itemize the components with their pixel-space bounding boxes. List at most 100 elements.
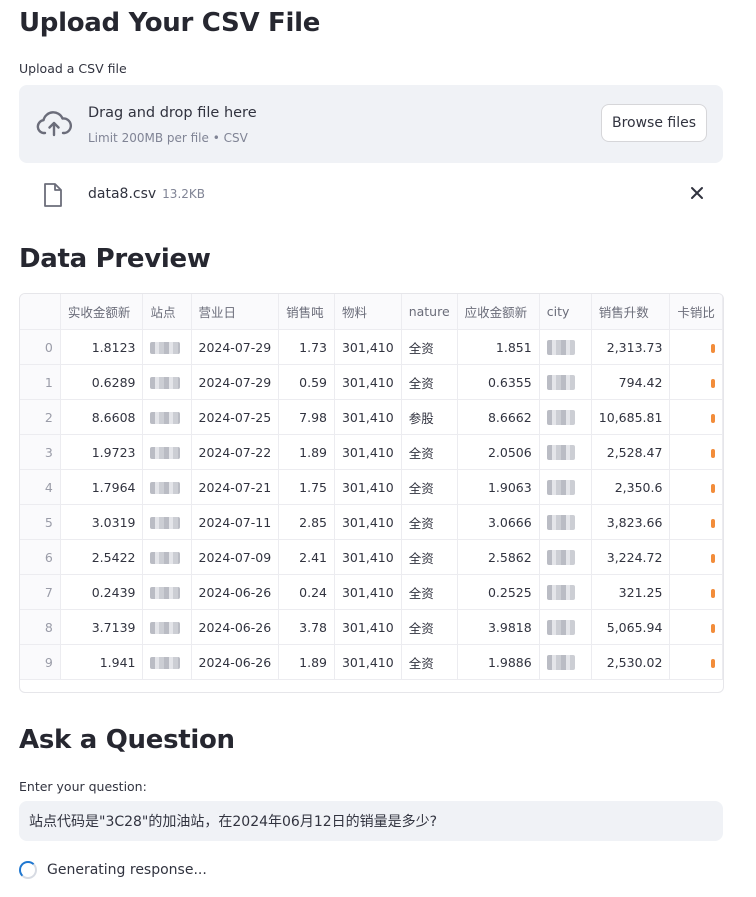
column-header[interactable]: [20, 294, 61, 330]
table-cell[interactable]: 1.7964: [60, 469, 144, 505]
table-cell[interactable]: 全资: [401, 609, 458, 645]
table-cell[interactable]: 0.6289: [60, 364, 144, 400]
redacted-cell[interactable]: [142, 399, 192, 435]
column-header[interactable]: 物料: [334, 294, 402, 330]
data-preview-table[interactable]: 实收金额新 站点 营业日 销售吨 物料 nature 应收金额新 city 销售…: [19, 293, 724, 693]
row-index[interactable]: 7: [20, 574, 61, 610]
table-cell[interactable]: 0.59: [278, 364, 335, 400]
table-cell[interactable]: 参股: [401, 399, 458, 435]
table-cell[interactable]: 0.6355: [457, 364, 540, 400]
table-cell[interactable]: 1.89: [278, 644, 335, 680]
table-cell[interactable]: 2024-07-21: [191, 469, 280, 505]
table-cell[interactable]: 2024-07-29: [191, 364, 280, 400]
table-row[interactable]: 3 1.9723 2024-07-22 1.89 301,410 全资 2.0506 2,52…: [20, 434, 723, 470]
table-cell[interactable]: 301,410: [334, 434, 402, 470]
table-cell[interactable]: 3.7139: [60, 609, 144, 645]
table-cell[interactable]: 0.2525: [457, 574, 540, 610]
redacted-cell[interactable]: [539, 644, 592, 680]
table-cell[interactable]: 2.5422: [60, 539, 144, 575]
table-cell[interactable]: 2024-07-11: [191, 504, 280, 540]
table-cell[interactable]: 0.24: [278, 574, 335, 610]
table-cell[interactable]: [669, 469, 723, 505]
row-index[interactable]: 1: [20, 364, 61, 400]
redacted-cell[interactable]: [142, 329, 192, 365]
table-cell[interactable]: 2.5862: [457, 539, 540, 575]
table-cell[interactable]: 301,410: [334, 399, 402, 435]
table-cell[interactable]: 2.41: [278, 539, 335, 575]
redacted-cell[interactable]: [142, 609, 192, 645]
row-index[interactable]: 6: [20, 539, 61, 575]
redacted-cell[interactable]: [539, 364, 592, 400]
redacted-cell[interactable]: [539, 469, 592, 505]
row-index[interactable]: 2: [20, 399, 61, 435]
table-cell[interactable]: 301,410: [334, 574, 402, 610]
table-cell[interactable]: 2.0506: [457, 434, 540, 470]
redacted-cell[interactable]: [539, 434, 592, 470]
column-header[interactable]: 销售升数: [591, 294, 671, 330]
table-cell[interactable]: 794.42: [591, 364, 671, 400]
column-header[interactable]: 营业日: [191, 294, 280, 330]
table-cell[interactable]: 2024-06-26: [191, 644, 280, 680]
table-cell[interactable]: 全资: [401, 469, 458, 505]
table-row[interactable]: 6 2.5422 2024-07-09 2.41 301,410 全资 2.5862 3,22…: [20, 539, 723, 575]
table-cell[interactable]: 1.851: [457, 329, 540, 365]
table-cell[interactable]: 2,528.47: [591, 434, 671, 470]
column-header[interactable]: 站点: [142, 294, 192, 330]
table-cell[interactable]: 1.9723: [60, 434, 144, 470]
table-cell[interactable]: 全资: [401, 574, 458, 610]
table-cell[interactable]: [669, 609, 723, 645]
table-cell[interactable]: 7.98: [278, 399, 335, 435]
column-header[interactable]: nature: [401, 294, 458, 330]
column-header[interactable]: 销售吨: [278, 294, 335, 330]
table-row[interactable]: 5 3.0319 2024-07-11 2.85 301,410 全资 3.0666 3,82…: [20, 504, 723, 540]
table-cell[interactable]: [669, 399, 723, 435]
table-cell[interactable]: 1.9886: [457, 644, 540, 680]
table-cell[interactable]: 全资: [401, 364, 458, 400]
table-cell[interactable]: 301,410: [334, 504, 402, 540]
table-cell[interactable]: [669, 574, 723, 610]
table-cell[interactable]: 3.9818: [457, 609, 540, 645]
table-cell[interactable]: 8.6608: [60, 399, 144, 435]
table-cell[interactable]: 全资: [401, 329, 458, 365]
table-row[interactable]: 4 1.7964 2024-07-21 1.75 301,410 全资 1.9063 2,35…: [20, 469, 723, 505]
table-cell[interactable]: 2024-06-26: [191, 609, 280, 645]
redacted-cell[interactable]: [142, 574, 192, 610]
table-cell[interactable]: 10,685.81: [591, 399, 671, 435]
column-header[interactable]: 卡销比: [669, 294, 723, 330]
redacted-cell[interactable]: [142, 539, 192, 575]
table-cell[interactable]: [669, 329, 723, 365]
table-cell[interactable]: 2024-07-29: [191, 329, 280, 365]
redacted-cell[interactable]: [142, 504, 192, 540]
row-index[interactable]: 4: [20, 469, 61, 505]
table-cell[interactable]: 2,313.73: [591, 329, 671, 365]
redacted-cell[interactable]: [142, 644, 192, 680]
table-cell[interactable]: 5,065.94: [591, 609, 671, 645]
row-index[interactable]: 8: [20, 609, 61, 645]
table-row[interactable]: 2 8.6608 2024-07-25 7.98 301,410 参股 8.6662 10,6…: [20, 399, 723, 435]
table-cell[interactable]: 2,350.6: [591, 469, 671, 505]
table-cell[interactable]: 1.941: [60, 644, 144, 680]
table-cell[interactable]: 1.89: [278, 434, 335, 470]
table-cell[interactable]: 2.85: [278, 504, 335, 540]
table-row[interactable]: 8 3.7139 2024-06-26 3.78 301,410 全资 3.9818 5,06…: [20, 609, 723, 645]
table-row[interactable]: 1 0.6289 2024-07-29 0.59 301,410 全资 0.6355 794.…: [20, 364, 723, 400]
table-cell[interactable]: 3.0319: [60, 504, 144, 540]
table-row[interactable]: 7 0.2439 2024-06-26 0.24 301,410 全资 0.2525 321.…: [20, 574, 723, 610]
table-cell[interactable]: 全资: [401, 644, 458, 680]
table-cell[interactable]: 321.25: [591, 574, 671, 610]
redacted-cell[interactable]: [539, 539, 592, 575]
close-icon[interactable]: [689, 185, 705, 201]
table-cell[interactable]: [669, 504, 723, 540]
table-row[interactable]: 9 1.941 2024-06-26 1.89 301,410 全资 1.9886 2,530…: [20, 644, 723, 680]
redacted-cell[interactable]: [142, 434, 192, 470]
row-index[interactable]: 5: [20, 504, 61, 540]
redacted-cell[interactable]: [539, 574, 592, 610]
column-header[interactable]: city: [539, 294, 592, 330]
redacted-cell[interactable]: [142, 364, 192, 400]
redacted-cell[interactable]: [142, 469, 192, 505]
table-cell[interactable]: [669, 364, 723, 400]
table-cell[interactable]: 301,410: [334, 644, 402, 680]
file-dropzone[interactable]: Drag and drop file here Limit 200MB per …: [19, 85, 723, 163]
table-cell[interactable]: 2024-07-22: [191, 434, 280, 470]
redacted-cell[interactable]: [539, 609, 592, 645]
